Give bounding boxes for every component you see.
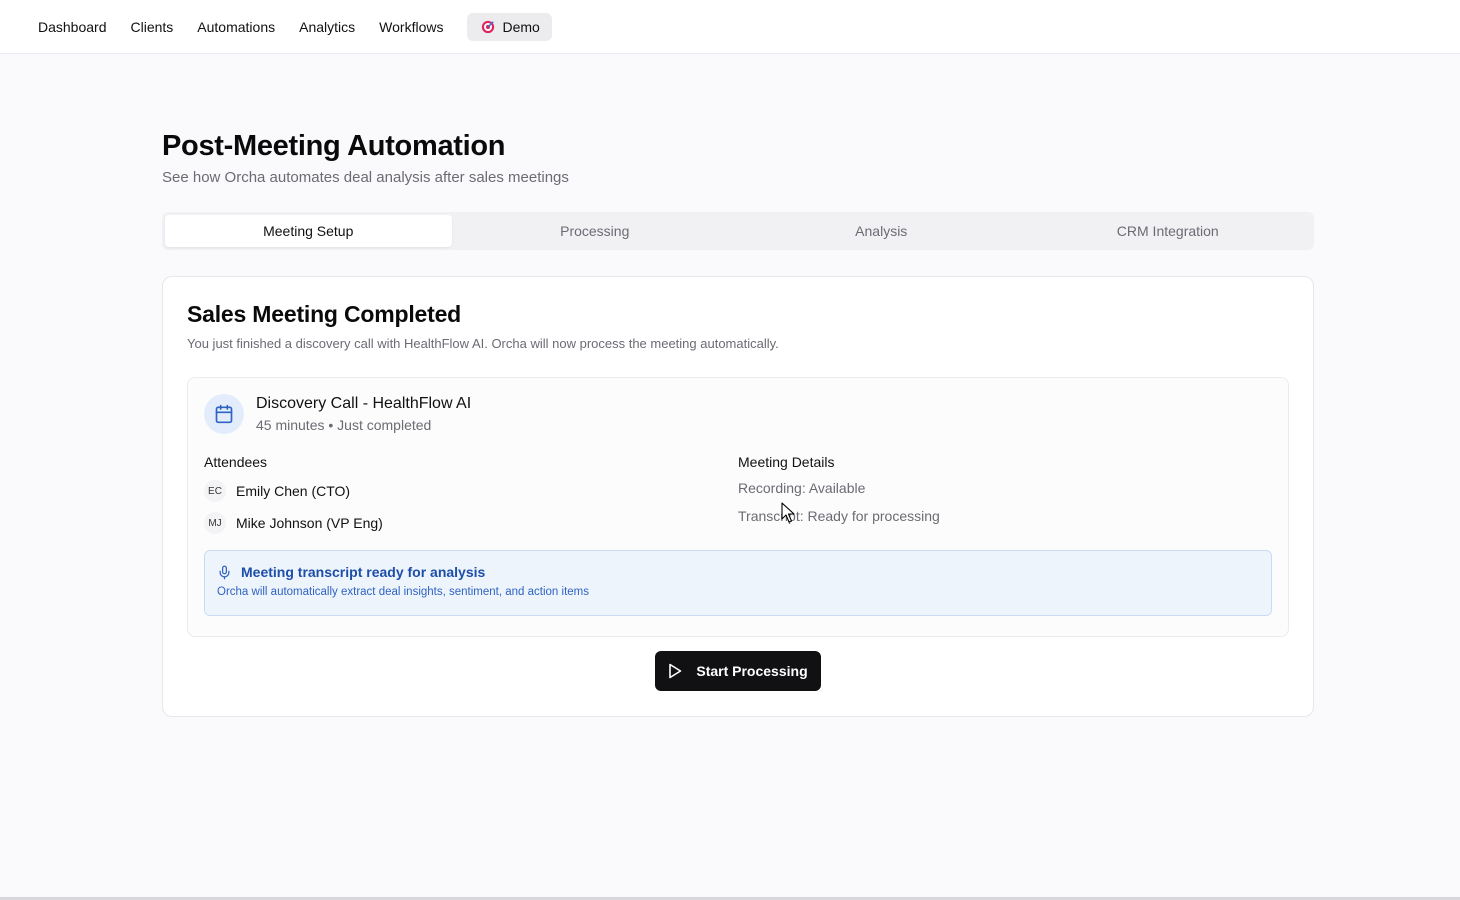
meeting-meta: 45 minutes • Just completed	[256, 417, 432, 433]
tab-processing[interactable]: Processing	[452, 215, 739, 247]
meeting-summary: Discovery Call - HealthFlow AI 45 minute…	[187, 377, 1289, 637]
avatar: EC	[204, 480, 226, 502]
microphone-icon	[219, 565, 230, 579]
detail-recording: Recording: Available	[738, 480, 866, 496]
tab-crm-integration[interactable]: CRM Integration	[1025, 215, 1312, 247]
nav-item-automations[interactable]: Automations	[185, 13, 287, 41]
notice-title: Meeting transcript ready for analysis	[241, 564, 486, 580]
meeting-card: Sales Meeting Completed You just finishe…	[162, 276, 1314, 717]
attendee-name: Emily Chen (CTO)	[236, 483, 351, 499]
card-description: You just finished a discovery call with …	[187, 336, 779, 351]
nav-item-analytics[interactable]: Analytics	[287, 13, 367, 41]
attendee-item: MJ Mike Johnson (VP Eng)	[204, 512, 738, 534]
start-processing-button[interactable]: Start Processing	[655, 651, 821, 691]
demo-label: Demo	[502, 18, 540, 35]
mouse-cursor-icon	[781, 502, 795, 523]
avatar: MJ	[204, 512, 226, 534]
play-icon	[669, 663, 682, 679]
meeting-name: Discovery Call - HealthFlow AI	[256, 395, 472, 412]
main-content: Post-Meeting Automation See how Orcha au…	[162, 54, 1314, 717]
attendee-name: Mike Johnson (VP Eng)	[236, 515, 383, 531]
transcript-notice: Meeting transcript ready for analysis Or…	[204, 550, 1272, 616]
calendar-icon	[215, 404, 233, 424]
nav-item-clients[interactable]: Clients	[119, 13, 186, 41]
top-navigation: Dashboard Clients Automations Analytics …	[0, 0, 1460, 54]
nav-item-workflows[interactable]: Workflows	[367, 13, 455, 41]
step-tabs: Meeting Setup Processing Analysis CRM In…	[162, 212, 1314, 250]
detail-transcript: Transcript: Ready for processing	[738, 508, 940, 524]
notice-description: Orcha will automatically extract deal in…	[217, 586, 589, 598]
tab-analysis[interactable]: Analysis	[738, 215, 1025, 247]
attendees-section: Attendees EC Emily Chen (CTO) MJ Mike Jo…	[204, 454, 738, 544]
page-subtitle: See how Orcha automates deal analysis af…	[162, 169, 569, 186]
meeting-details-section: Meeting Details Recording: Available Tra…	[738, 454, 1272, 544]
nav-item-dashboard[interactable]: Dashboard	[26, 13, 119, 41]
attendees-title: Attendees	[204, 454, 268, 470]
tab-meeting-setup[interactable]: Meeting Setup	[165, 215, 452, 247]
start-processing-label: Start Processing	[696, 663, 808, 679]
calendar-badge	[204, 394, 244, 434]
meeting-header: Discovery Call - HealthFlow AI 45 minute…	[204, 394, 1272, 434]
page-title: Post-Meeting Automation	[162, 130, 506, 162]
attendee-item: EC Emily Chen (CTO)	[204, 480, 738, 502]
card-title: Sales Meeting Completed	[187, 301, 462, 327]
meeting-details-title: Meeting Details	[738, 454, 835, 470]
nav-item-demo[interactable]: Demo	[467, 12, 552, 41]
target-icon	[482, 20, 495, 33]
